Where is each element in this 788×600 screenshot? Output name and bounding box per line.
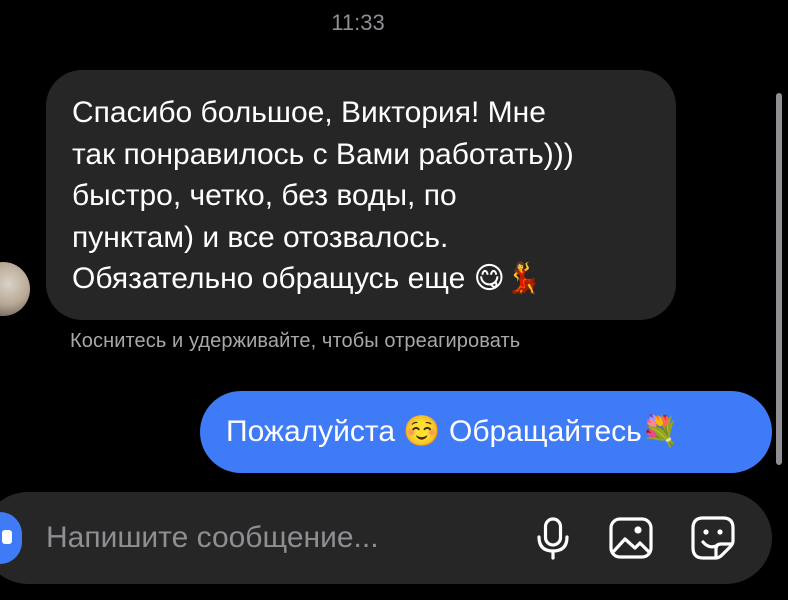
sticker-icon[interactable]: [690, 515, 736, 561]
message-input[interactable]: [46, 518, 486, 558]
reaction-hint: Коснитесь и удерживайте, чтобы отреагиро…: [70, 330, 521, 352]
microphone-icon[interactable]: [530, 515, 576, 561]
contact-avatar[interactable]: [0, 262, 30, 316]
scrollbar[interactable]: [776, 93, 782, 465]
outgoing-message-bubble[interactable]: Пожалуйста ☺️ Обращайтесь💐: [200, 391, 772, 473]
message-timestamp: 11:33: [331, 10, 385, 35]
gallery-icon[interactable]: [608, 515, 654, 561]
incoming-message-bubble[interactable]: Спасибо большое, Виктория! Мне так понра…: [46, 70, 676, 320]
